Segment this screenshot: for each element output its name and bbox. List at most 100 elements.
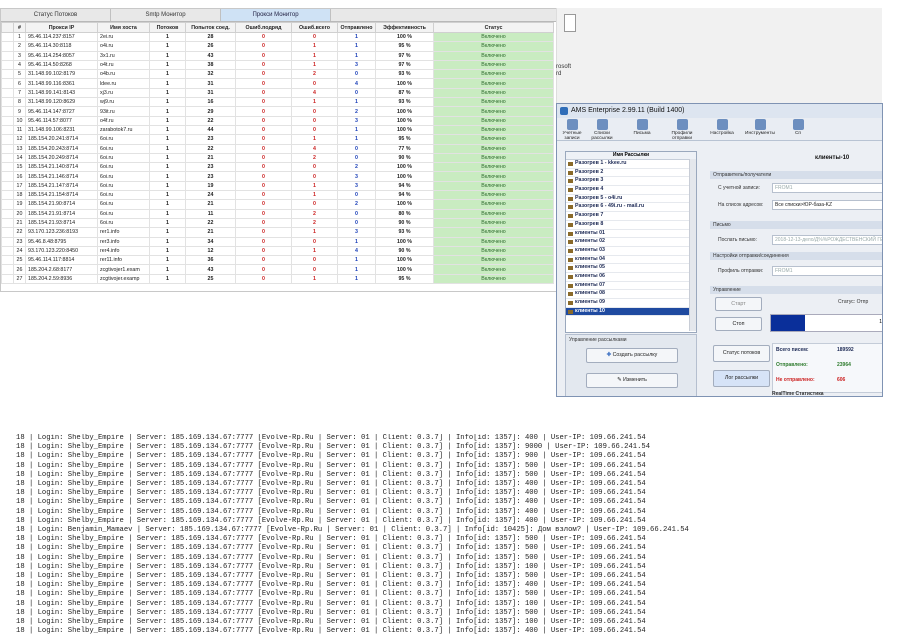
table-row[interactable]: 7 31.148.99.141:8143 xj3.ru 1 31 0 4 0 87 % Включ… [1, 87, 554, 99]
table-row[interactable]: 23 95.46.8.48:8795 rer3.info 1 34 0 0 1 100 % Вкл… [1, 236, 554, 247]
table-body: 1 95.46.114.237:8157 2ei.ru 1 28 0 0 1 100 % Вклю… [1, 31, 554, 285]
create-mailing-button[interactable]: ✚ Создать рассылку [586, 348, 678, 363]
table-row[interactable]: 2 95.46.114.30:8118 o4i.ru 1 26 0 1 1 95 % Включе… [1, 41, 554, 52]
table-row[interactable]: 5 31.148.99.102:8179 o4b.ru 1 32 0 2 0 93 % Включ… [1, 69, 554, 80]
mailing-list-item[interactable]: клиенты 10 [566, 307, 696, 317]
toolbar-settings[interactable]: Настройка [707, 118, 737, 140]
mailing-list-item[interactable]: клиенты 08 [566, 290, 696, 299]
table-row[interactable]: 16 185.154.21.146:8714 6oi.ru 1 23 0 0 3 100 % Вк… [1, 171, 554, 182]
mailing-list-item[interactable]: клиенты 06 [566, 273, 696, 282]
table-row[interactable]: 20 185.154.21.91:8714 6oi.ru 1 11 0 2 0 80 % Вклю… [1, 208, 554, 219]
column-header[interactable]: Попыток соед. [185, 22, 236, 33]
profile-field[interactable]: FROM1 [772, 266, 882, 276]
table-row[interactable]: 13 185.154.20.243:8714 6oi.ru 1 22 0 4 0 77 % Вкл… [1, 143, 554, 154]
mailing-log-button[interactable]: Лог рассылки [713, 370, 770, 387]
tab-smtp-monitor[interactable]: Smtp Монитор [111, 9, 221, 21]
table-cell: 95.46.114.254:8057 [25, 50, 98, 61]
toolbar-mailing-lists[interactable]: Списки рассылки [587, 118, 617, 141]
start-button[interactable]: Старт [715, 297, 762, 311]
table-cell: 3 [337, 115, 376, 126]
table-cell: 1 [149, 106, 186, 117]
table-row[interactable]: 22 93.170.123.236:8193 rer1.info 1 21 0 1 3 93 %… [1, 227, 554, 238]
column-header[interactable]: Статус [433, 22, 554, 33]
table-row[interactable]: 10 95.46.114.57:8077 o4f.ru 1 22 0 0 3 100 % Вклю… [1, 115, 554, 126]
tab-proxy-monitor[interactable]: Прокси Монитор [221, 9, 331, 21]
toolbar-letters[interactable]: Письма [627, 118, 657, 140]
send-letter-field[interactable]: 2018-12-13-дело/Д%%РОЖДЕСТВЕНСКИЙ ГЕ [772, 235, 882, 245]
mailing-list-item[interactable]: Разогрев 2 [566, 169, 696, 178]
table-cell: 95.46.114.50:8268 [25, 59, 98, 71]
table-cell: 185.154.21.93:8714 [25, 217, 98, 229]
table-row[interactable]: 19 185.154.21.90:8714 6oi.ru 1 21 0 0 2 100 % Вкл… [1, 199, 554, 210]
mailing-list-item[interactable]: клиенты 01 [566, 230, 696, 239]
table-cell: 97 % [375, 50, 434, 61]
lists-icon [596, 119, 608, 130]
mailing-list-item[interactable]: Разогрев 7 [566, 212, 696, 221]
table-cell: 4 [13, 59, 26, 71]
table-cell: 0 [235, 41, 292, 52]
log-line: 18 | Login: Shelby_Empire | Server: 185.… [16, 480, 646, 489]
table-row[interactable]: 1 95.46.114.237:8157 2ei.ru 1 28 0 0 1 100 % Вклю… [1, 31, 554, 43]
mailing-list-scrollbar[interactable] [689, 159, 696, 331]
tab-thread-status[interactable]: Статус Потоков [1, 9, 111, 21]
edit-mailing-button[interactable]: ✎ Изменить [586, 373, 678, 388]
column-header[interactable]: # [13, 22, 26, 33]
account-field[interactable]: FROM1 [772, 183, 882, 193]
table-cell: 26 [13, 264, 26, 275]
table-cell: Включено [433, 171, 554, 182]
column-header[interactable]: Ошиб.всего [291, 22, 338, 33]
mailing-list-item[interactable]: клиенты 03 [566, 247, 696, 256]
mailing-list-item[interactable]: клиенты 07 [566, 282, 696, 291]
stop-button[interactable]: Стоп [715, 317, 762, 331]
toolbar-send-profiles[interactable]: Профили отправки [667, 118, 697, 141]
row-indicator [1, 143, 14, 154]
table-cell: Включено [433, 143, 554, 154]
mailing-list-item[interactable]: Разогрев 4 [566, 186, 696, 195]
table-row[interactable]: 17 185.154.21.147:8714 6oi.ru 1 19 0 1 3 94 % Вкл… [1, 180, 554, 192]
table-row[interactable]: 9 95.46.114.147:8727 93it.ru 1 29 0 0 2 100 % Вкл… [1, 106, 554, 117]
table-row[interactable]: 24 93.170.123.220:8450 rer4.info 1 12 0 1 4 90 %… [1, 245, 554, 257]
column-header[interactable]: Ошиб.подряд [235, 22, 292, 33]
table-cell: 7 [13, 87, 26, 99]
column-header[interactable]: Отправлено [337, 22, 376, 33]
mailing-list-item[interactable]: Разогрев 8 [566, 221, 696, 230]
log-line: 18 | Login: Shelby_Empire | Server: 185.… [16, 608, 646, 617]
mailing-list-item[interactable]: Разогрев 6 - 49i.ru - mail.ru [566, 203, 696, 213]
mailing-list-item[interactable]: Разогрев 5 - o4i.ru [566, 195, 696, 204]
column-header[interactable]: Прокси IP [25, 22, 98, 33]
table-row[interactable]: 26 185.204.2.68:8177 zcgtivojer1.exam 1 43 0 0… [1, 264, 554, 275]
table-row[interactable]: 15 185.154.21.140:8714 6oi.ru 1 23 0 0 2 100 % Вк… [1, 162, 554, 173]
column-header[interactable]: Эффективность [375, 22, 434, 33]
mailing-list-item[interactable]: Разогрев 1 - kkee.ru [566, 160, 696, 169]
toolbar-extra[interactable]: Сп [783, 118, 813, 140]
address-list-field[interactable]: Все списки>ЮР-база-KZ [772, 200, 882, 210]
table-row[interactable]: 6 31.148.99.116:8361 ldee.ru 1 31 0 0 4 100 % Вкл… [1, 78, 554, 89]
table-cell: 185.154.21.154:8714 [25, 190, 98, 201]
table-cell: 0 [337, 69, 376, 80]
table-cell: zcgtivojer.examp [97, 273, 150, 285]
mailing-list-item[interactable]: Разогрев 3 [566, 177, 696, 187]
table-row[interactable]: 3 95.46.114.254:8057 3x1.ru 1 43 0 1 1 97 % Включ… [1, 50, 554, 61]
table-cell: 1 [149, 115, 186, 126]
mailing-list-item[interactable]: клиенты 02 [566, 238, 696, 247]
table-row[interactable]: 25 95.46.114.117:8814 rer11.info 1 36 0 0 1 100 … [1, 255, 554, 266]
table-row[interactable]: 11 31.148.99.106:8231 zarabotok7.ru 1 44 0 0 1 1… [1, 124, 554, 136]
table-cell: 93 % [375, 69, 434, 80]
mailing-list-item[interactable]: клиенты 04 [566, 256, 696, 265]
mailing-list-item[interactable]: клиенты 05 [566, 264, 696, 273]
toolbar-tools[interactable]: Инструменты [745, 118, 775, 140]
column-header[interactable]: Потоков [149, 22, 186, 33]
table-row[interactable]: 18 185.154.21.154:8714 6oi.ru 1 24 0 1 0 94 % Вкл… [1, 190, 554, 201]
column-header[interactable]: Имя хоста [97, 22, 150, 33]
table-row[interactable]: 27 185.204.2.59:8936 zcgtivojer.examp 1 25 0 1… [1, 273, 554, 285]
table-row[interactable]: 4 95.46.114.50:8268 o4t.ru 1 38 0 1 3 97 % Включе… [1, 59, 554, 71]
table-row[interactable]: 21 185.154.21.93:8714 6oi.ru 1 22 0 2 0 90 % Вклю… [1, 217, 554, 229]
table-cell: 93 % [375, 227, 434, 238]
letter-section-header: Письмо [710, 221, 882, 229]
toolbar-accounts[interactable]: Учетные записи [557, 118, 587, 141]
thread-status-button[interactable]: Статус потоков [713, 345, 770, 362]
table-row[interactable]: 14 185.154.20.249:8714 6oi.ru 1 21 0 2 0 90 % Вкл… [1, 152, 554, 164]
mailing-list-item[interactable]: клиенты 09 [566, 299, 696, 308]
table-row[interactable]: 12 185.154.20.241:8714 6oi.ru 1 23 0 1 1 95 % Вкл… [1, 134, 554, 145]
table-row[interactable]: 8 31.148.99.120:8629 wj9.ru 1 16 0 1 1 93 % Включ… [1, 97, 554, 108]
